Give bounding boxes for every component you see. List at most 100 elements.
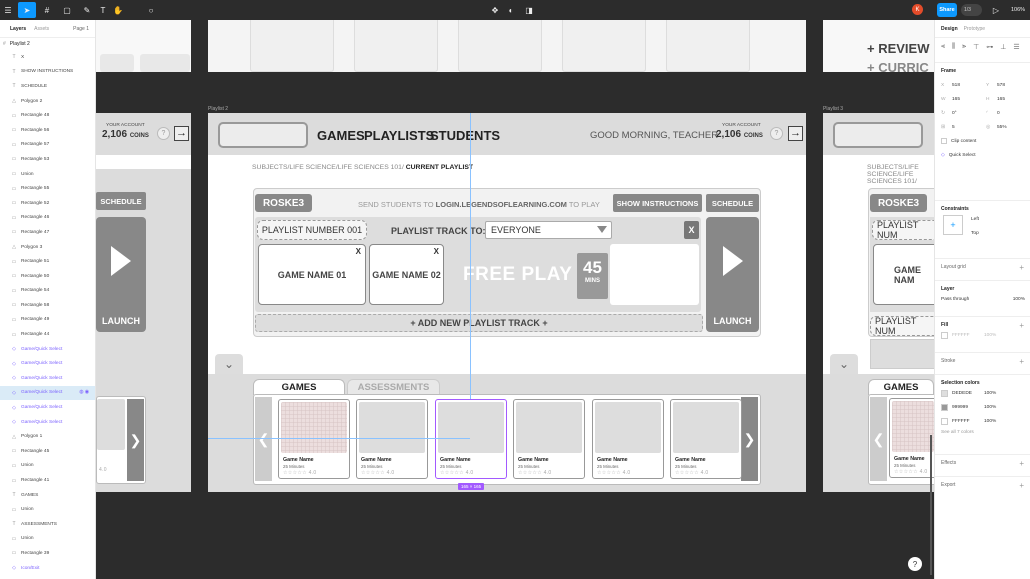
empty-track-slot[interactable] — [610, 244, 699, 305]
layer-item[interactable]: ▭ Rectangle 46 — [0, 211, 95, 226]
game-tile[interactable]: Game Name 25 Minutes ☆☆☆☆☆ 4.0 — [592, 399, 664, 479]
frame-partial-top-left[interactable] — [96, 20, 191, 72]
breadcrumb-path[interactable]: SUBJECTS/LIFE SCIENCE/LIFE SCIENCES 101/ — [252, 164, 406, 171]
y-field[interactable]: 578 — [997, 83, 1005, 88]
carousel-next-icon[interactable]: ❯ — [741, 397, 758, 481]
width-field[interactable]: 165 — [952, 97, 982, 102]
schedule-button[interactable]: SCHEDULE — [96, 192, 146, 210]
layer-item[interactable]: ▭ Rectangle 53 — [0, 152, 95, 167]
selection-color-row[interactable]: DEDEDE 100% — [941, 386, 1025, 400]
share-button[interactable]: Share — [937, 3, 957, 17]
nav-students[interactable]: STUDENTS — [430, 128, 500, 143]
canvas-scrollbar[interactable] — [930, 435, 932, 575]
help-icon[interactable]: ? — [157, 127, 170, 140]
text-tool-icon[interactable]: T — [98, 2, 108, 18]
layer-item[interactable]: TX — [0, 50, 95, 65]
playlist-name[interactable]: ROSKE3 — [870, 194, 927, 212]
mask-icon[interactable]: ◐ — [506, 2, 516, 18]
layer-item[interactable]: ▭ Rectangle 55 — [0, 181, 95, 196]
layer-item[interactable]: ▭ Rectangle 48 — [0, 108, 95, 123]
add-icon[interactable]: + — [1019, 263, 1024, 272]
see-all-colors[interactable]: See all 7 colors — [941, 430, 1025, 435]
add-icon[interactable]: + — [1019, 357, 1024, 366]
frame-playlist-left[interactable]: YOUR ACCOUNT 2,106 COINS ? → SCHEDULE LA… — [96, 113, 191, 492]
frame-playlist-2[interactable]: GAMES PLAYLISTS STUDENTS GOOD MORNING, T… — [208, 113, 806, 492]
canvas[interactable]: + REVIEW + CURRIC YOUR ACCOUNT 2,106 COI… — [96, 20, 934, 579]
layer-item[interactable]: ◇ Game/Quick Select — [0, 415, 95, 430]
layer-item[interactable]: ◇ Game/Quick Select — [0, 356, 95, 371]
present-icon[interactable]: ▷ — [990, 2, 1002, 18]
constraint-widget[interactable]: + — [943, 215, 963, 235]
align-left-icon[interactable]: ⫷ — [941, 43, 945, 51]
game-card[interactable]: GAME NAM — [873, 244, 934, 305]
avatar[interactable]: K — [912, 4, 923, 15]
layer-item[interactable]: ▭ Union — [0, 167, 95, 182]
layer-item[interactable]: ▭ Rectangle 49 — [0, 313, 95, 328]
tab-design[interactable]: Design — [941, 26, 958, 32]
close-icon[interactable]: X — [434, 247, 439, 256]
component-icon[interactable]: ✥ — [490, 2, 500, 18]
layer-item[interactable]: ▭ Union — [0, 532, 95, 547]
rectangle-tool-icon[interactable]: ▢ — [60, 2, 74, 18]
color-swatch[interactable] — [941, 417, 948, 425]
logo-placeholder[interactable] — [218, 122, 308, 148]
exit-icon[interactable]: → — [174, 126, 189, 141]
constraint-v[interactable]: Top — [971, 231, 979, 236]
layer-item[interactable]: ▭ Rectangle 54 — [0, 284, 95, 299]
layer-item[interactable]: ◇ Icon/Exit — [0, 561, 95, 576]
logo-placeholder[interactable] — [833, 122, 923, 148]
remove-track-button[interactable]: X — [684, 221, 699, 239]
game-tile[interactable]: Game Name 25 Minutes ☆☆☆☆☆ 4.0 — [513, 399, 585, 479]
launch-button[interactable]: LAUNCH — [96, 217, 146, 332]
left-tile[interactable]: 4.0 — [97, 397, 127, 481]
spacing-field[interactable]: 5 — [952, 125, 982, 130]
breadcrumb[interactable]: SUBJECTS/LIFE SCIENCE/LIFE SCIENCES 101/ — [867, 164, 934, 185]
nav-playlists[interactable]: PLAYLISTS — [364, 128, 434, 143]
comment-tool-icon[interactable]: ○ — [146, 2, 156, 18]
playlist-number[interactable]: PLAYLIST NUM — [870, 316, 934, 336]
zoom-level[interactable]: 106% — [1008, 2, 1028, 18]
layer-item[interactable]: T ASSESSMENTS — [0, 517, 95, 532]
layer-opacity[interactable]: 100% — [1013, 297, 1025, 302]
align-center-icon[interactable]: ⫼ — [952, 43, 955, 51]
x-field[interactable]: 518 — [952, 83, 982, 88]
color-opacity[interactable]: 100% — [984, 419, 996, 424]
constraint-h[interactable]: Left — [971, 217, 979, 222]
help-icon[interactable]: ? — [908, 557, 922, 571]
color-swatch[interactable] — [941, 403, 948, 411]
chevron-down-icon[interactable]: ⌄ — [830, 354, 858, 374]
color-swatch[interactable] — [941, 389, 948, 397]
layer-item[interactable]: ▭ Rectangle 39 — [0, 546, 95, 561]
carousel-prev-icon[interactable]: ❮ — [870, 397, 887, 481]
layer-item[interactable]: △ Polygon 2 — [0, 94, 95, 109]
layer-item[interactable]: ◇ Game/Quick Select — [0, 342, 95, 357]
tab-prototype[interactable]: Prototype — [964, 26, 985, 32]
boolean-icon[interactable]: ◨ — [522, 2, 536, 18]
color-hex[interactable]: FFFFFF — [952, 419, 980, 424]
layer-item[interactable]: △ Polygon 1 — [0, 429, 95, 444]
fill-opacity[interactable]: 100% — [984, 333, 996, 338]
layer-item[interactable]: ◇ Game/Quick Select — [0, 400, 95, 415]
layer-item[interactable]: ▭ Rectangle 56 — [0, 123, 95, 138]
schedule-button[interactable]: SCHEDULE — [706, 194, 759, 212]
add-icon[interactable]: + — [1019, 321, 1024, 330]
radius-field[interactable]: 0 — [997, 111, 1000, 116]
game-tile[interactable]: Game Name 25 Minutes ☆☆☆☆☆ 4.0 — [278, 399, 350, 479]
playlist-name[interactable]: ROSKE3 — [255, 194, 312, 212]
game-tile[interactable]: Game Name 25 Minutes ☆☆☆☆☆ 4.0 — [889, 398, 934, 478]
game-tile[interactable]: Game Name 25 Minutes ☆☆☆☆☆ 4.0 — [435, 399, 507, 479]
frame-playlist-3[interactable]: SUBJECTS/LIFE SCIENCE/LIFE SCIENCES 101/… — [823, 113, 934, 492]
multiplayer-badge[interactable]: 1/3 — [961, 4, 982, 16]
playlist-number[interactable]: PLAYLIST NUMBER 001 — [257, 220, 367, 240]
layer-item[interactable]: ▭ Rectangle 41 — [0, 473, 95, 488]
minutes-box[interactable]: 45 MINS — [577, 253, 608, 299]
tab-games[interactable]: GAMES — [868, 379, 934, 395]
layer-item[interactable]: ▭ Rectangle 57 — [0, 138, 95, 153]
main-menu-icon[interactable]: ☰ — [2, 2, 14, 18]
help-icon[interactable]: ? — [770, 127, 783, 140]
exit-icon[interactable]: → — [788, 126, 803, 141]
layer-item[interactable]: ▭ Rectangle 58 — [0, 298, 95, 313]
frame-partial-top-right[interactable]: + REVIEW + CURRIC — [823, 20, 934, 72]
color-opacity[interactable]: 100% — [984, 405, 996, 410]
layer-item[interactable]: T SHOW INSTRUCTIONS — [0, 65, 95, 80]
